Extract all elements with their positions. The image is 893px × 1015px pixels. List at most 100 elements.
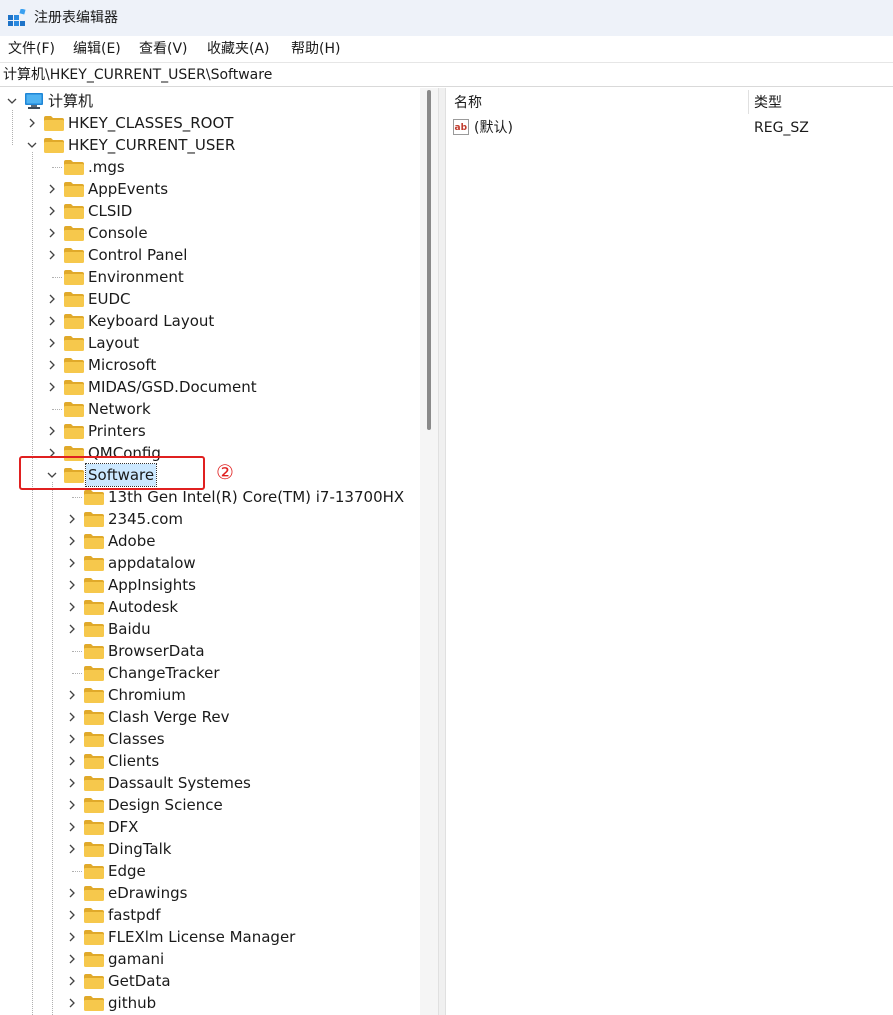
tree-item-subkey[interactable]: DingTalk	[108, 838, 171, 860]
annotation-step-number: ②	[216, 460, 234, 484]
chevron-right-icon[interactable]	[64, 621, 80, 637]
tree-item-subkey[interactable]: Adobe	[108, 530, 155, 552]
menu-view[interactable]: 查看(V)	[139, 40, 188, 58]
tree-item-subkey[interactable]: Baidu	[108, 618, 151, 640]
chevron-right-icon[interactable]	[64, 797, 80, 813]
folder-icon	[64, 248, 84, 263]
chevron-right-icon[interactable]	[64, 555, 80, 571]
tree-item-subkey[interactable]: Dassault Systemes	[108, 772, 251, 794]
chevron-right-icon[interactable]	[44, 181, 60, 197]
chevron-right-icon[interactable]	[64, 775, 80, 791]
tree-item-key[interactable]: .mgs	[88, 156, 125, 178]
tree-guide-line	[72, 497, 82, 498]
chevron-right-icon[interactable]	[64, 995, 80, 1011]
column-separator[interactable]	[748, 90, 749, 114]
tree-item-subkey[interactable]: ChangeTracker	[108, 662, 220, 684]
chevron-right-icon[interactable]	[64, 973, 80, 989]
address-path[interactable]: 计算机\HKEY_CURRENT_USER\Software	[3, 66, 272, 84]
address-bar[interactable]: 计算机\HKEY_CURRENT_USER\Software	[0, 62, 893, 87]
tree-item-hive[interactable]: HKEY_CURRENT_USER	[68, 134, 235, 156]
tree-item-subkey[interactable]: appdatalow	[108, 552, 196, 574]
tree-item-key[interactable]: Microsoft	[88, 354, 156, 376]
menu-edit[interactable]: 编辑(E)	[73, 40, 121, 58]
chevron-right-icon[interactable]	[24, 115, 40, 131]
menu-file[interactable]: 文件(F)	[8, 40, 55, 58]
chevron-right-icon[interactable]	[64, 709, 80, 725]
chevron-right-icon[interactable]	[64, 929, 80, 945]
tree-scrollbar[interactable]	[420, 88, 438, 1015]
chevron-right-icon[interactable]	[64, 511, 80, 527]
tree-item-hive[interactable]: HKEY_CLASSES_ROOT	[68, 112, 233, 134]
tree-item-key[interactable]: Keyboard Layout	[88, 310, 214, 332]
tree-guide-line	[72, 651, 82, 652]
tree-item-key[interactable]: Layout	[88, 332, 139, 354]
chevron-right-icon[interactable]	[64, 753, 80, 769]
column-header-type[interactable]: 类型	[754, 93, 782, 113]
tree-item-key[interactable]: Network	[88, 398, 151, 420]
tree-item-subkey[interactable]: Clients	[108, 750, 159, 772]
svg-text:ab: ab	[455, 123, 468, 133]
chevron-right-icon[interactable]	[64, 951, 80, 967]
tree-item-subkey[interactable]: FLEXlm License Manager	[108, 926, 295, 948]
tree-item-subkey[interactable]: 2345.com	[108, 508, 183, 530]
tree-item-key[interactable]: Control Panel	[88, 244, 187, 266]
tree-item-subkey[interactable]: Design Science	[108, 794, 223, 816]
value-row[interactable]: ab (默认) REG_SZ	[446, 117, 893, 139]
chevron-right-icon[interactable]	[44, 423, 60, 439]
values-list[interactable]: 名称 类型 ab (默认) REG_SZ	[446, 88, 893, 1015]
chevron-right-icon[interactable]	[64, 819, 80, 835]
tree-item-key[interactable]: CLSID	[88, 200, 132, 222]
tree-guide-line	[32, 152, 33, 1015]
pane-splitter[interactable]	[438, 88, 446, 1015]
chevron-down-icon[interactable]	[4, 93, 20, 109]
folder-icon	[64, 270, 84, 285]
chevron-right-icon[interactable]	[64, 907, 80, 923]
chevron-right-icon[interactable]	[44, 291, 60, 307]
chevron-right-icon[interactable]	[64, 731, 80, 747]
chevron-right-icon[interactable]	[44, 247, 60, 263]
tree-item-key[interactable]: AppEvents	[88, 178, 168, 200]
tree-item-subkey[interactable]: BrowserData	[108, 640, 205, 662]
tree-item-subkey[interactable]: eDrawings	[108, 882, 187, 904]
chevron-right-icon[interactable]	[64, 577, 80, 593]
tree-item-subkey[interactable]: GetData	[108, 970, 171, 992]
tree-item-subkey[interactable]: fastpdf	[108, 904, 161, 926]
chevron-down-icon[interactable]	[24, 137, 40, 153]
menu-favorites[interactable]: 收藏夹(A)	[207, 40, 270, 58]
tree-item-key[interactable]: Environment	[88, 266, 184, 288]
chevron-right-icon[interactable]	[44, 379, 60, 395]
chevron-right-icon[interactable]	[44, 225, 60, 241]
tree-item-subkey[interactable]: github	[108, 992, 156, 1014]
tree-item-subkey[interactable]: Edge	[108, 860, 146, 882]
folder-icon	[84, 666, 104, 681]
tree-item-key[interactable]: Printers	[88, 420, 146, 442]
menu-help[interactable]: 帮助(H)	[291, 40, 340, 58]
chevron-right-icon[interactable]	[64, 599, 80, 615]
tree-item-key[interactable]: EUDC	[88, 288, 130, 310]
chevron-right-icon[interactable]	[44, 203, 60, 219]
tree-item-key[interactable]: Console	[88, 222, 148, 244]
tree-item-subkey[interactable]: gamani	[108, 948, 164, 970]
tree-item-computer[interactable]: 计算机	[48, 90, 93, 112]
scrollbar-thumb[interactable]	[427, 90, 431, 430]
tree-item-subkey[interactable]: Autodesk	[108, 596, 178, 618]
chevron-right-icon[interactable]	[44, 357, 60, 373]
tree-guide-line	[52, 409, 62, 410]
column-header-name[interactable]: 名称	[454, 93, 482, 113]
tree-item-subkey[interactable]: Clash Verge Rev	[108, 706, 230, 728]
tree-item-subkey[interactable]: DFX	[108, 816, 138, 838]
tree-guide-line	[72, 871, 82, 872]
chevron-right-icon[interactable]	[44, 313, 60, 329]
chevron-right-icon[interactable]	[64, 687, 80, 703]
folder-icon	[64, 314, 84, 329]
chevron-right-icon[interactable]	[44, 335, 60, 351]
chevron-right-icon[interactable]	[64, 841, 80, 857]
tree-item-subkey[interactable]: Classes	[108, 728, 165, 750]
registry-tree[interactable]: 计算机 HKEY_CLASSES_ROOT HKEY_CURRENT_USER .mg…	[0, 88, 420, 1015]
chevron-right-icon[interactable]	[64, 885, 80, 901]
tree-item-subkey[interactable]: AppInsights	[108, 574, 196, 596]
tree-item-subkey[interactable]: Chromium	[108, 684, 186, 706]
chevron-right-icon[interactable]	[64, 533, 80, 549]
menu-bar: 文件(F) 编辑(E) 查看(V) 收藏夹(A) 帮助(H)	[0, 36, 893, 62]
tree-item-key[interactable]: MIDAS/GSD.Document	[88, 376, 257, 398]
